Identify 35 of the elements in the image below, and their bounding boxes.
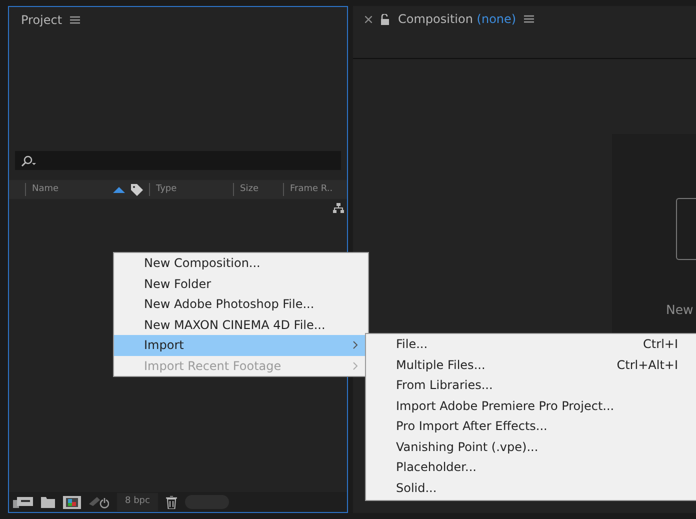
trash-icon[interactable] [166, 496, 177, 508]
menu-item[interactable]: Vanishing Point (.vpe)... [366, 436, 696, 457]
menu-item[interactable]: Import [114, 335, 368, 356]
close-icon[interactable] [365, 16, 372, 22]
menu-icon[interactable] [70, 16, 80, 24]
lock-icon[interactable] [380, 14, 390, 24]
menu-item[interactable]: Pro Import After Effects... [366, 416, 696, 436]
shortcut-text: Ctrl+Alt+I [616, 356, 678, 374]
panel-title: Project [21, 12, 62, 29]
viewer-text: New [666, 301, 694, 319]
menu-item[interactable]: New MAXON CINEMA 4D File... [114, 314, 368, 335]
bit-depth-button[interactable]: 8 bpc [117, 493, 158, 511]
menu-item[interactable]: File... Ctrl+I [366, 334, 696, 354]
menu-item[interactable]: Multiple Files... Ctrl+Alt+I [366, 354, 696, 375]
search-field[interactable] [15, 151, 341, 170]
menu-item[interactable]: New Adobe Photoshop File... [114, 294, 368, 314]
interpret-footage-icon[interactable] [13, 496, 33, 508]
menu-icon[interactable] [524, 15, 534, 23]
menu-item[interactable]: New Composition... [114, 253, 368, 274]
column-header[interactable]: Type [149, 182, 233, 196]
menu-item[interactable]: Import Adobe Premiere Pro Project... [366, 396, 696, 416]
power-icon[interactable] [89, 496, 109, 508]
column-header[interactable]: Frame R.. [283, 182, 335, 196]
column-header[interactable]: Size [233, 182, 283, 196]
composition-icon[interactable] [63, 496, 81, 508]
tag-icon[interactable] [131, 184, 143, 196]
hierarchy-icon[interactable] [333, 203, 344, 213]
shortcut-text: Ctrl+I [643, 336, 678, 354]
menu-item[interactable]: From Libraries... [366, 375, 696, 396]
menu-item[interactable]: Placeholder... [366, 457, 696, 478]
menu-item[interactable]: Solid... [366, 478, 696, 498]
folder-icon[interactable] [41, 496, 55, 508]
menu-item[interactable]: New Folder [114, 274, 368, 294]
panel-title: Composition (none) [398, 11, 516, 28]
search-icon [21, 154, 37, 166]
